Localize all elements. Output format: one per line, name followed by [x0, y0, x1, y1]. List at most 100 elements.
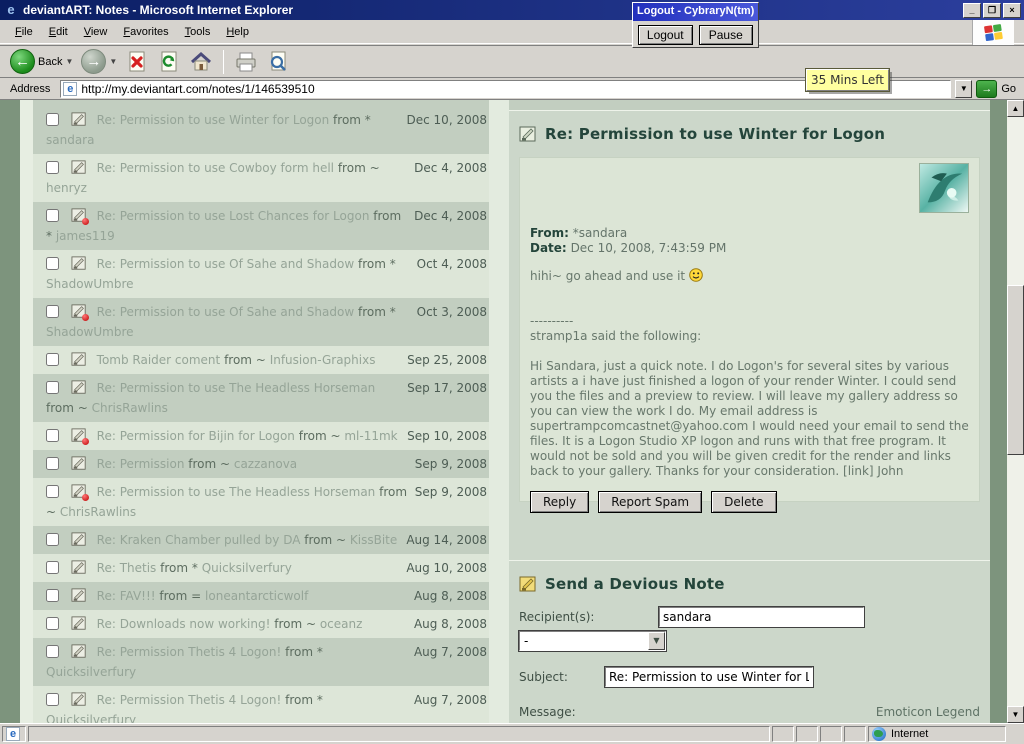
- note-sender: henryz: [46, 181, 87, 195]
- refresh-button[interactable]: [153, 47, 185, 77]
- scroll-down-icon[interactable]: ▼: [1007, 706, 1024, 723]
- note-checkbox[interactable]: [46, 161, 59, 174]
- menu-bar: FileEditViewFavoritesToolsHelp: [0, 20, 1024, 44]
- note-checkbox[interactable]: [46, 113, 59, 126]
- note-sender: james119: [56, 229, 115, 243]
- resize-grip[interactable]: [1008, 726, 1022, 742]
- note-list-item[interactable]: Oct 4, 2008 Re: Permission to use Of Sah…: [33, 250, 489, 298]
- note-list-item[interactable]: Aug 14, 2008 Re: Kraken Chamber pulled b…: [33, 526, 489, 554]
- note-checkbox[interactable]: [46, 305, 59, 318]
- note-checkbox[interactable]: [46, 645, 59, 658]
- note-from-prefix: from *: [333, 113, 371, 127]
- go-arrow-icon: →: [976, 80, 997, 98]
- back-dropdown-icon[interactable]: ▼: [65, 57, 73, 66]
- note-icon: [71, 484, 87, 499]
- note-checkbox[interactable]: [46, 257, 59, 270]
- page-icon: e: [63, 82, 77, 96]
- search-button[interactable]: [262, 47, 294, 77]
- address-dropdown-icon[interactable]: ▼: [955, 80, 972, 98]
- note-checkbox[interactable]: [46, 457, 59, 470]
- note-list-item[interactable]: Dec 4, 2008 Re: Permission to use Cowboy…: [33, 154, 489, 202]
- note-checkbox[interactable]: [46, 209, 59, 222]
- replied-dot-icon: [82, 438, 89, 445]
- minimize-button[interactable]: _: [963, 3, 981, 18]
- note-checkbox[interactable]: [46, 381, 59, 394]
- go-button[interactable]: → Go: [976, 80, 1020, 98]
- note-sender: Quicksilverfury: [46, 713, 136, 723]
- status-pane-4: [844, 726, 866, 742]
- stop-button[interactable]: [121, 47, 153, 77]
- note-list-item[interactable]: Aug 10, 2008 Re: Thetis from * Quicksilv…: [33, 554, 489, 582]
- note-checkbox[interactable]: [46, 693, 59, 706]
- print-button[interactable]: [230, 47, 262, 77]
- note-sender: sandara: [46, 133, 94, 147]
- quote-intro: stramp1a said the following:: [530, 329, 970, 344]
- close-button[interactable]: ×: [1003, 3, 1021, 18]
- replied-dot-icon: [82, 494, 89, 501]
- note-detail-panel: Re: Permission to use Winter for Logon F…: [509, 110, 990, 637]
- menu-view[interactable]: View: [77, 23, 115, 41]
- vertical-scrollbar[interactable]: ▲ ▼: [1007, 100, 1024, 723]
- menu-file[interactable]: File: [8, 23, 40, 41]
- note-checkbox[interactable]: [46, 353, 59, 366]
- note-title: Re: Permission to use Cowboy form hell: [97, 161, 338, 175]
- recipient-select[interactable]: - ▼: [519, 631, 666, 651]
- note-date: Sep 17, 2008: [407, 378, 487, 398]
- note-list-item[interactable]: Dec 10, 2008 Re: Permission to use Winte…: [33, 106, 489, 154]
- note-list-item[interactable]: Sep 9, 2008 Re: Permission to use The He…: [33, 478, 489, 526]
- from-value[interactable]: *sandara: [573, 226, 627, 240]
- restore-button[interactable]: ❐: [983, 3, 1001, 18]
- menu-favorites[interactable]: Favorites: [116, 23, 175, 41]
- note-checkbox[interactable]: [46, 561, 59, 574]
- subject-label: Subject:: [519, 670, 605, 684]
- right-dark-stripe: [990, 100, 1007, 723]
- subject-input[interactable]: [605, 667, 813, 687]
- note-checkbox[interactable]: [46, 429, 59, 442]
- note-list-item[interactable]: Sep 17, 2008 Re: Permission to use The H…: [33, 374, 489, 422]
- note-checkbox[interactable]: [46, 533, 59, 546]
- address-url[interactable]: http://my.deviantart.com/notes/1/1465395…: [81, 82, 314, 96]
- note-list-item[interactable]: Oct 3, 2008 Re: Permission to use Of Sah…: [33, 298, 489, 346]
- logout-button[interactable]: Logout: [638, 25, 693, 45]
- note-title: Re: FAV!!!: [97, 589, 160, 603]
- note-list-item[interactable]: Aug 7, 2008 Re: Permission Thetis 4 Logo…: [33, 638, 489, 686]
- left-light-stripe: [20, 100, 33, 723]
- emoticon-legend-link[interactable]: Emoticon Legend: [876, 705, 980, 719]
- note-sender: Quicksilverfury: [202, 561, 292, 575]
- reply-button[interactable]: Reply: [530, 491, 589, 513]
- note-sender: ChrisRawlins: [92, 401, 168, 415]
- scroll-up-icon[interactable]: ▲: [1007, 100, 1024, 117]
- note-checkbox[interactable]: [46, 617, 59, 630]
- report-spam-button[interactable]: Report Spam: [598, 491, 702, 513]
- address-label: Address: [4, 83, 56, 95]
- recipient-label: Recipient(s):: [519, 610, 659, 624]
- menu-tools[interactable]: Tools: [178, 23, 218, 41]
- message-label: Message:: [519, 705, 576, 719]
- note-list-item[interactable]: Aug 8, 2008 Re: FAV!!! from = loneantarc…: [33, 582, 489, 610]
- back-button[interactable]: ← Back ▼: [6, 47, 77, 77]
- note-list-item[interactable]: Sep 9, 2008 Re: Permission from ~ cazzan…: [33, 450, 489, 478]
- note-list-item[interactable]: Sep 25, 2008 Tomb Raider coment from ~ I…: [33, 346, 489, 374]
- note-list-item[interactable]: Dec 4, 2008 Re: Permission to use Lost C…: [33, 202, 489, 250]
- sender-avatar[interactable]: [919, 163, 969, 213]
- scrollbar-thumb[interactable]: [1007, 285, 1024, 455]
- forward-dropdown-icon[interactable]: ▼: [109, 57, 117, 66]
- note-checkbox[interactable]: [46, 485, 59, 498]
- toolbar-separator: [223, 50, 224, 74]
- note-from-prefix: from *: [285, 645, 323, 659]
- home-button[interactable]: [185, 47, 217, 77]
- note-list-item[interactable]: Aug 7, 2008 Re: Permission Thetis 4 Logo…: [33, 686, 489, 723]
- recipient-input[interactable]: [659, 607, 864, 627]
- note-list-item[interactable]: Aug 8, 2008 Re: Downloads now working! f…: [33, 610, 489, 638]
- select-dropdown-icon[interactable]: ▼: [648, 632, 665, 650]
- note-icon: [71, 304, 87, 319]
- note-icon: [71, 532, 87, 547]
- back-label: Back: [38, 56, 62, 68]
- menu-help[interactable]: Help: [219, 23, 256, 41]
- menu-edit[interactable]: Edit: [42, 23, 75, 41]
- pause-button[interactable]: Pause: [699, 25, 754, 45]
- forward-button[interactable]: → ▼: [77, 47, 121, 77]
- delete-button[interactable]: Delete: [711, 491, 776, 513]
- note-checkbox[interactable]: [46, 589, 59, 602]
- note-list-item[interactable]: Sep 10, 2008 Re: Permission for Bijin fo…: [33, 422, 489, 450]
